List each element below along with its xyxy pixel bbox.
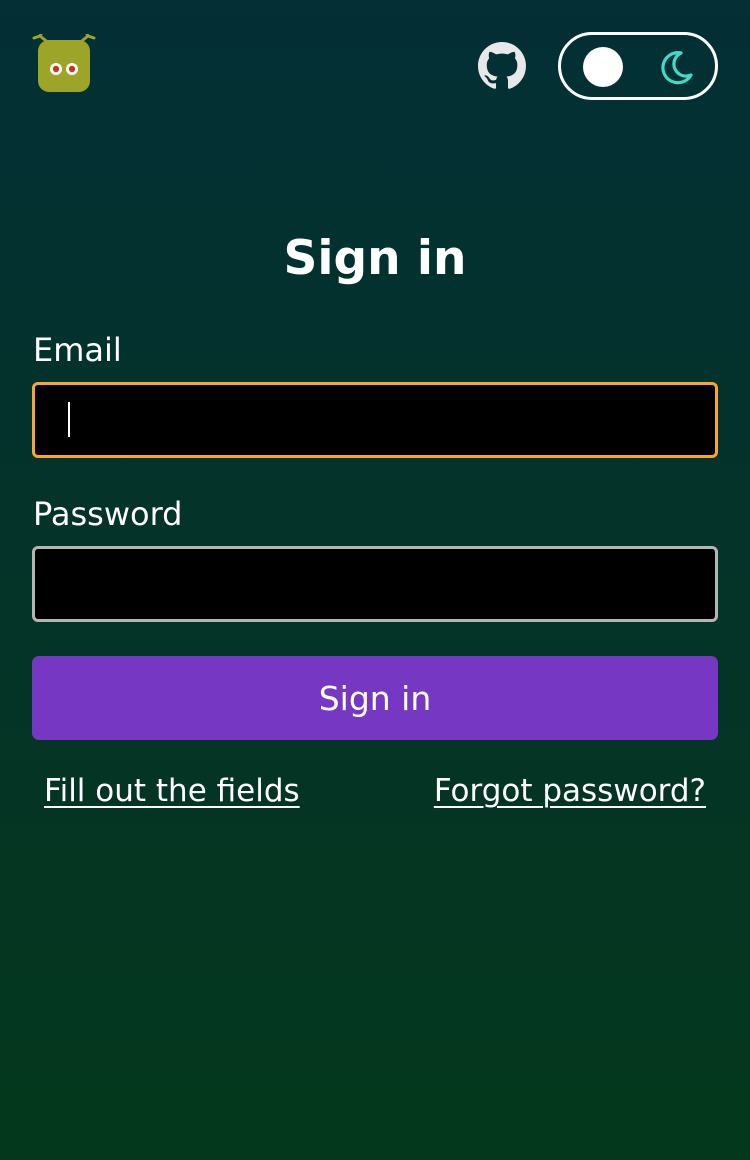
forgot-password-link[interactable]: Forgot password?	[434, 770, 706, 812]
header	[0, 0, 750, 130]
moon-icon	[657, 49, 695, 87]
text-caret	[68, 402, 70, 437]
fill-fields-link[interactable]: Fill out the fields	[44, 770, 300, 812]
github-icon[interactable]	[478, 42, 526, 90]
email-field[interactable]	[32, 382, 718, 458]
password-label: Password	[33, 495, 183, 533]
theme-toggle[interactable]	[558, 32, 718, 100]
alien-logo-icon[interactable]	[32, 30, 96, 94]
page-title: Sign in	[283, 231, 467, 286]
toggle-knob	[583, 47, 623, 87]
email-label: Email	[33, 331, 122, 369]
sign-in-button[interactable]: Sign in	[32, 656, 718, 740]
password-field[interactable]	[32, 546, 718, 622]
